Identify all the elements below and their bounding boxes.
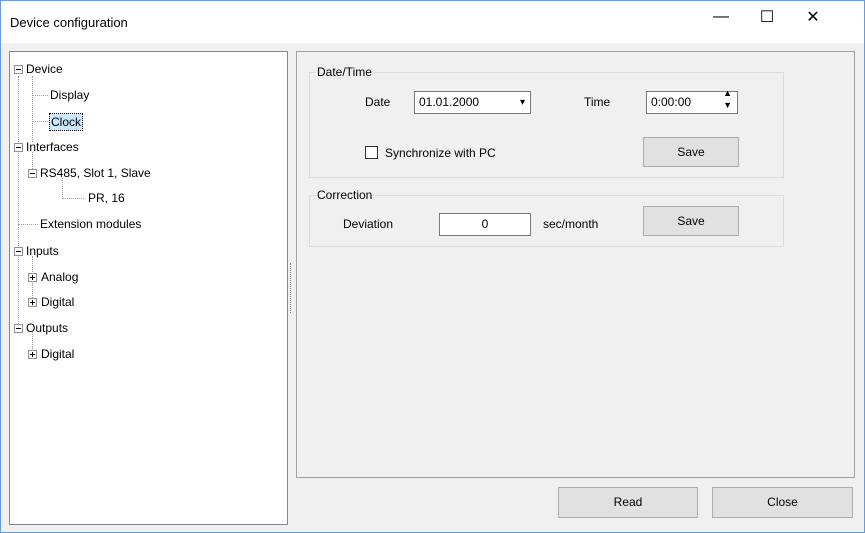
spin-up-icon[interactable]: ▲ — [723, 89, 732, 98]
datetime-legend: Date/Time — [316, 65, 373, 79]
tree-item-device[interactable]: Device — [26, 61, 63, 77]
time-spinner[interactable]: 0:00:00 ▲ ▼ — [646, 89, 738, 114]
tree-item-pr16[interactable]: PR, 16 — [88, 190, 125, 206]
tree-item-clock[interactable]: Clock — [49, 113, 84, 131]
calendar-dropdown-icon[interactable]: ▾ — [520, 92, 525, 113]
tree-item-interfaces[interactable]: Interfaces — [26, 139, 79, 155]
correction-group: Correction Deviation 0 sec/month Save — [309, 188, 784, 247]
minimize-icon: — — [713, 8, 729, 25]
title-bar: Device configuration — ☐ ✕ — [1, 1, 864, 43]
deviation-input[interactable]: 0 — [439, 213, 531, 236]
rs485-expander[interactable] — [28, 169, 37, 178]
device-tree[interactable]: Device Display Clock Interfaces RS485, S… — [9, 51, 288, 525]
outputs-digital-expander[interactable] — [28, 350, 37, 359]
tree-item-inputs[interactable]: Inputs — [26, 243, 59, 259]
tree-item-outputs-digital[interactable]: Digital — [41, 346, 74, 362]
date-value: 01.01.2000 — [419, 95, 480, 109]
sync-checkbox[interactable] — [365, 146, 378, 159]
read-button[interactable]: Read — [558, 487, 698, 518]
tree-item-outputs[interactable]: Outputs — [26, 320, 68, 336]
date-label: Date — [365, 95, 391, 109]
tree-item-inputs-digital[interactable]: Digital — [41, 294, 74, 310]
outputs-expander[interactable] — [14, 324, 23, 333]
deviation-label: Deviation — [343, 217, 394, 231]
correction-save-button[interactable]: Save — [643, 206, 739, 236]
close-button[interactable]: Close — [712, 487, 853, 518]
device-expander[interactable] — [14, 65, 23, 74]
tree-item-rs485[interactable]: RS485, Slot 1, Slave — [40, 165, 151, 181]
maximize-icon: ☐ — [759, 9, 775, 26]
maximize-button[interactable]: ☐ — [744, 1, 790, 33]
datetime-save-button[interactable]: Save — [643, 137, 739, 167]
inputs-expander[interactable] — [14, 247, 23, 256]
interfaces-expander[interactable] — [14, 143, 23, 152]
minimize-button[interactable]: — — [698, 1, 744, 33]
tree-item-analog[interactable]: Analog — [41, 269, 78, 285]
time-value: 0:00:00 — [651, 95, 692, 109]
correction-legend: Correction — [316, 188, 374, 202]
date-picker[interactable]: 01.01.2000 ▾ — [414, 91, 531, 114]
splitter-handle[interactable] — [290, 263, 293, 313]
analog-expander[interactable] — [28, 273, 37, 282]
window-title: Device configuration — [10, 15, 128, 30]
tree-item-extension-modules[interactable]: Extension modules — [40, 216, 141, 232]
spin-down-icon[interactable]: ▼ — [723, 101, 732, 110]
tree-item-display[interactable]: Display — [50, 87, 89, 103]
clock-settings-panel: Date/Time Date 01.01.2000 ▾ Time 0:00:00… — [296, 51, 855, 478]
close-icon: ✕ — [806, 9, 820, 26]
device-configuration-window: Device configuration — ☐ ✕ Device Displa… — [0, 0, 865, 533]
sync-label: Synchronize with PC — [385, 146, 496, 160]
datetime-group: Date/Time Date 01.01.2000 ▾ Time 0:00:00… — [309, 65, 784, 178]
deviation-unit: sec/month — [543, 217, 599, 231]
inputs-digital-expander[interactable] — [28, 298, 37, 307]
close-window-button[interactable]: ✕ — [790, 1, 836, 33]
time-label: Time — [584, 95, 611, 109]
